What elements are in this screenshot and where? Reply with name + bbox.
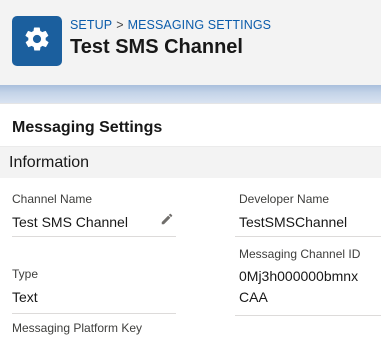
field-divider bbox=[235, 236, 381, 237]
field-value-type: Text bbox=[12, 289, 38, 305]
field-value-messaging-channel-id-line1: 0Mj3h000000bmnx bbox=[239, 268, 359, 284]
field-developer-name: Developer Name TestSMSChannel bbox=[239, 192, 347, 230]
gear-icon bbox=[23, 25, 51, 58]
field-value-messaging-channel-id-line2: CAA bbox=[239, 289, 268, 305]
page-title: Test SMS Channel bbox=[70, 36, 243, 58]
field-messaging-platform-key: Messaging Platform Key bbox=[12, 321, 142, 335]
field-label-developer-name: Developer Name bbox=[239, 192, 330, 206]
setup-app-icon bbox=[12, 16, 62, 66]
header-decorative-band bbox=[0, 85, 381, 103]
field-divider bbox=[12, 313, 176, 314]
field-label-messaging-channel-id: Messaging Channel ID bbox=[239, 247, 361, 261]
field-channel-name: Channel Name Test SMS Channel bbox=[12, 192, 128, 230]
field-messaging-channel-id: Messaging Channel ID 0Mj3h000000bmnx CAA bbox=[239, 247, 360, 308]
field-label-messaging-platform-key: Messaging Platform Key bbox=[12, 321, 143, 335]
page-header: SETUP > MESSAGING SETTINGS Test SMS Chan… bbox=[0, 0, 381, 85]
field-value-channel-name: Test SMS Channel bbox=[12, 214, 128, 230]
field-value-developer-name: TestSMSChannel bbox=[239, 214, 348, 230]
field-divider bbox=[235, 315, 381, 316]
breadcrumb-messaging-settings-link[interactable]: MESSAGING SETTINGS bbox=[128, 18, 272, 32]
field-type: Type Text bbox=[12, 267, 38, 305]
pencil-edit-icon[interactable] bbox=[159, 211, 175, 227]
field-divider bbox=[12, 236, 176, 237]
field-label-channel-name: Channel Name bbox=[12, 192, 93, 206]
field-value-messaging-channel-id: 0Mj3h000000bmnx CAA bbox=[239, 266, 360, 308]
information-section-header[interactable]: Information bbox=[0, 146, 381, 178]
breadcrumb-separator: > bbox=[116, 18, 124, 32]
section-title: Information bbox=[9, 154, 90, 171]
breadcrumb-setup-link[interactable]: SETUP bbox=[70, 18, 112, 32]
messaging-settings-card: Messaging Settings Information Channel N… bbox=[0, 103, 381, 338]
card-title: Messaging Settings bbox=[12, 119, 163, 136]
field-label-type: Type bbox=[12, 267, 39, 281]
breadcrumb: SETUP > MESSAGING SETTINGS bbox=[70, 18, 271, 32]
